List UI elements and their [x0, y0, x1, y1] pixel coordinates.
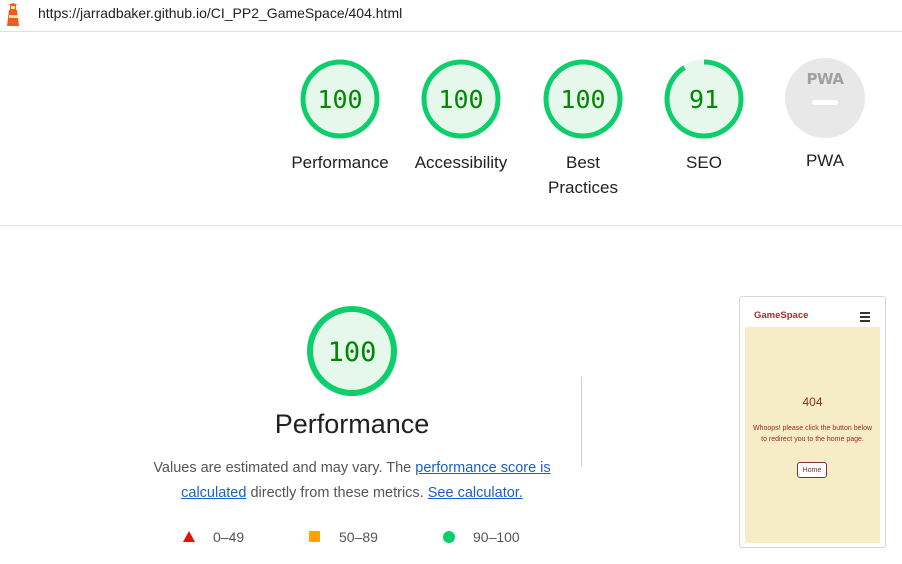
site-logo: GameSpace [754, 310, 809, 321]
score-ring: 100 [543, 59, 623, 139]
lighthouse-icon [7, 3, 19, 26]
error-message: Whoops! please click the button below to… [752, 425, 873, 443]
gauge-label-line: Practices [548, 178, 618, 197]
gauge-performance[interactable]: 100 Performance [280, 58, 400, 175]
gauge-seo[interactable]: 91 SEO [644, 58, 764, 175]
performance-description: Values are estimated and may vary. The p… [140, 456, 564, 506]
legend-range: 90–100 [473, 529, 520, 545]
description-text: directly from these metrics. [246, 485, 428, 501]
gauge-score: 100 [317, 85, 362, 114]
pwa-badge-text: PWA [806, 70, 844, 88]
gauge-accessibility[interactable]: 100 Accessibility [401, 58, 521, 175]
gauge-label: Performance [291, 153, 389, 172]
section-divider [581, 377, 582, 467]
description-text: Values are estimated and may vary. The [153, 460, 416, 476]
gauge-pwa[interactable]: PWA PWA [765, 58, 885, 173]
square-icon [309, 531, 320, 542]
gauge-label: SEO [686, 153, 722, 172]
performance-score-gauge: 100 [307, 306, 397, 396]
gauge-score: 91 [689, 85, 719, 114]
see-calculator-link[interactable]: See calculator. [428, 485, 523, 501]
page-screenshot-thumbnail[interactable]: GameSpace 404 Whoops! please click the b… [739, 296, 886, 548]
error-heading: 404 [802, 395, 823, 409]
screenshot-body: 404 Whoops! please click the button belo… [745, 327, 880, 543]
circle-icon [443, 531, 455, 543]
hamburger-icon [860, 312, 870, 322]
category-gauges: 100 Performance 100 Accessibility 100 Be… [0, 32, 902, 226]
gauge-label: Accessibility [414, 153, 508, 172]
score-ring: 100 [300, 59, 380, 139]
gauge-score: 100 [560, 85, 605, 114]
pwa-badge: PWA [785, 58, 865, 138]
page-url[interactable]: https://jarradbaker.github.io/CI_PP2_Gam… [38, 5, 402, 21]
score-ring: 91 [664, 59, 744, 139]
gauge-label-line: Best [565, 153, 601, 172]
performance-score: 100 [328, 337, 377, 368]
triangle-icon [183, 531, 195, 542]
gauge-best-practices[interactable]: 100 Best Practices [523, 58, 643, 200]
home-button: Home [797, 462, 827, 478]
gauge-label: Best Practices [523, 150, 643, 200]
legend-range: 50–89 [339, 529, 378, 545]
performance-title: Performance [274, 409, 430, 439]
legend-range: 0–49 [213, 529, 245, 545]
pwa-dash-icon [812, 100, 838, 105]
gauge-label: PWA [805, 151, 845, 170]
address-bar: https://jarradbaker.github.io/CI_PP2_Gam… [0, 0, 902, 32]
gauge-score: 100 [438, 85, 483, 114]
score-ring: 100 [421, 59, 501, 139]
